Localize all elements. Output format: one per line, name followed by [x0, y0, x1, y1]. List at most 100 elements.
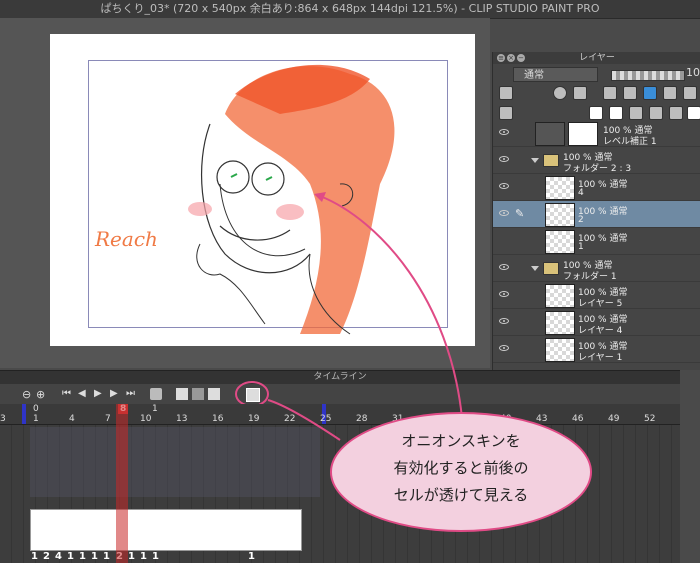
layer-thumbnail	[545, 203, 575, 227]
visibility-eye-icon[interactable]	[499, 345, 509, 351]
panel-menu-icon[interactable]: ≡	[497, 54, 505, 62]
ruler-label: 10	[140, 414, 152, 424]
play-icon[interactable]: ▶	[94, 388, 106, 400]
visibility-eye-icon[interactable]	[499, 129, 509, 135]
prev-frame-icon[interactable]: ◀	[78, 388, 90, 400]
layer-thumbnail	[545, 338, 575, 362]
cell-number: 1	[248, 551, 255, 562]
cell-number: 1	[91, 551, 98, 562]
layer-list-icon[interactable]	[499, 106, 513, 120]
lock-icon[interactable]	[499, 86, 513, 100]
folder-icon	[543, 154, 559, 167]
next-frame-icon[interactable]: ▶	[110, 388, 122, 400]
ruler-label: 52	[644, 414, 656, 424]
canvas-paper[interactable]: Reach	[50, 34, 475, 346]
cell-number: 1	[103, 551, 110, 562]
layer-name: 4	[578, 188, 584, 198]
mask-icon[interactable]	[553, 86, 567, 100]
cell-number: 1	[31, 551, 38, 562]
new-folder-icon[interactable]	[629, 106, 643, 120]
panel-minimize-icon[interactable]: −	[517, 54, 525, 62]
callout-bubble: オニオンスキンを 有効化すると前後の セルが透けて見える	[330, 412, 592, 532]
callout-line: 有効化すると前後の	[393, 459, 529, 477]
visibility-eye-icon[interactable]	[499, 183, 509, 189]
cell-number: 1	[79, 551, 86, 562]
visibility-eye-icon[interactable]	[499, 210, 509, 216]
visibility-eye-icon[interactable]	[499, 318, 509, 324]
draft-icon[interactable]	[683, 86, 697, 100]
layer-row[interactable]: 100 % 通常 レベル補正 1	[493, 120, 700, 147]
ruler-label: 7	[105, 414, 111, 424]
layer-name: レベル補正 1	[603, 137, 657, 147]
signature-text: Reach	[94, 227, 158, 251]
new-vector-icon[interactable]	[609, 106, 623, 120]
expand-arrow-icon[interactable]	[531, 158, 539, 163]
layer-thumbnail	[545, 230, 575, 254]
expand-arrow-icon[interactable]	[531, 266, 539, 271]
cell-assign-icon[interactable]	[208, 388, 220, 400]
layer-toolbar-1	[493, 84, 700, 104]
opacity-value: 10	[686, 66, 700, 79]
layer-row-folder[interactable]: 100 % 通常 フォルダー 1	[493, 255, 700, 282]
zoom-in-icon[interactable]: ⊕	[36, 388, 48, 401]
layer-mode-text: 100 % 通常	[578, 180, 628, 190]
cell-number: 1	[67, 551, 74, 562]
layer-row[interactable]: 100 % 通常 レイヤー 4	[493, 309, 700, 336]
first-frame-icon[interactable]: ⏮	[62, 388, 74, 400]
merge-icon[interactable]	[649, 106, 663, 120]
reference-icon[interactable]	[603, 86, 617, 100]
layer-mask-thumbnail	[568, 122, 598, 146]
ruler-label: 19	[248, 414, 260, 424]
opacity-slider[interactable]	[611, 70, 685, 81]
start-marker[interactable]	[22, 404, 26, 424]
callout-line: オニオンスキンを	[401, 432, 521, 450]
window-title: ぱちくり_03* (720 x 540px 余白あり:864 x 648px 1…	[0, 0, 700, 19]
layer-name: レイヤー 1	[578, 353, 623, 363]
ruler-label: 22	[284, 414, 296, 424]
layer-row[interactable]: 100 % 通常 レイヤー 5	[493, 282, 700, 309]
layer-name: レイヤー 4	[578, 326, 623, 336]
track-range	[30, 427, 320, 497]
layer-row-folder[interactable]: 100 % 通常 フォルダー 2 : 3	[493, 147, 700, 174]
ruler-label: 25	[320, 414, 332, 424]
mask-create-icon[interactable]	[669, 106, 683, 120]
canvas-area[interactable]: Reach	[0, 18, 490, 368]
cell-number: 4	[55, 551, 62, 562]
new-raster-icon[interactable]	[589, 106, 603, 120]
blend-mode-select[interactable]: 通常	[513, 67, 598, 82]
cell-number: 1	[140, 551, 147, 562]
loop-icon[interactable]	[150, 388, 162, 400]
ruler-label: 3	[0, 414, 6, 424]
visibility-eye-icon[interactable]	[499, 264, 509, 270]
visibility-eye-icon[interactable]	[499, 156, 509, 162]
folder-icon	[543, 262, 559, 275]
zoom-out-icon[interactable]: ⊖	[22, 388, 34, 401]
layer-row[interactable]: 100 % 通常 レイヤー 1	[493, 336, 700, 363]
layer-row[interactable]: 100 % 通常 4	[493, 174, 700, 201]
ruler-top-label: 1	[152, 404, 158, 414]
layer-mode-text: 100 % 通常	[578, 207, 628, 217]
layer-row-selected[interactable]: ✎ 100 % 通常 2	[493, 201, 700, 228]
ruler-label: 1	[33, 414, 39, 424]
color-icon[interactable]	[623, 86, 637, 100]
layer-thumbnail	[535, 122, 565, 146]
cell-number: 2	[43, 551, 50, 562]
layer-row[interactable]: 100 % 通常 1	[493, 228, 700, 255]
visibility-eye-icon[interactable]	[499, 291, 509, 297]
layer-name: フォルダー 1	[563, 272, 617, 282]
cell-thumbnails[interactable]	[30, 509, 302, 551]
timeline-toolbar: ⊖ ⊕ ⏮ ◀ ▶ ▶ ⏭	[0, 381, 680, 407]
layer-name: フォルダー 2 : 3	[563, 164, 632, 174]
cell-spec-icon[interactable]	[192, 388, 204, 400]
layer-mode-text: 100 % 通常	[578, 234, 628, 244]
layer-color-icon[interactable]	[643, 86, 657, 100]
layer-thumbnail	[545, 284, 575, 308]
panel-close-icon[interactable]: ×	[507, 54, 515, 62]
delete-layer-icon[interactable]	[687, 106, 700, 120]
new-cell-icon[interactable]	[176, 388, 188, 400]
ruler-icon[interactable]	[573, 86, 587, 100]
last-frame-icon[interactable]: ⏭	[126, 388, 138, 400]
clip-icon[interactable]	[663, 86, 677, 100]
playhead[interactable]	[116, 404, 128, 563]
pen-icon: ✎	[515, 207, 525, 220]
